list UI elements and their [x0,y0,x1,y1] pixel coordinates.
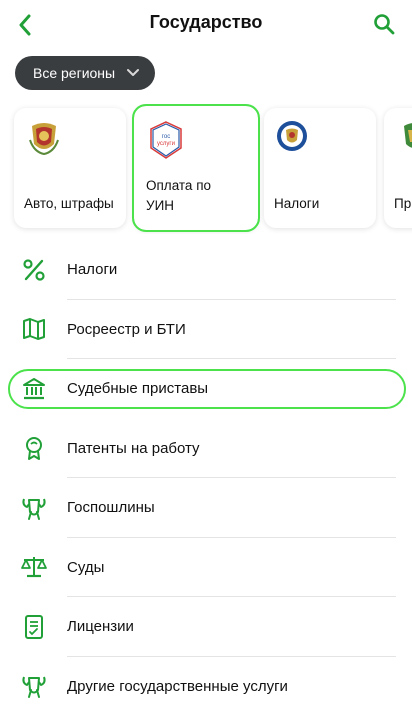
tax-service-emblem-icon [274,118,314,158]
card-label: Пр [394,196,412,211]
region-label: Все регионы [33,65,116,81]
list-item-other-services[interactable]: Другие государственные услуги [0,657,412,717]
card-label: Оплата по УИН [146,178,212,213]
search-button[interactable] [370,10,398,38]
list-item-label: Суды [67,558,105,576]
list-item-label: Патенты на работу [67,439,200,457]
list-item-courts[interactable]: Суды [0,538,412,597]
emblem-icon [394,118,412,158]
list-item-label: Росреестр и БТИ [67,320,186,338]
card-uin-payment[interactable]: гос услуги Оплата по УИН [132,104,260,232]
medal-icon [20,434,48,462]
list-item-licenses[interactable]: Лицензии [0,597,412,657]
card-label: Налоги [274,196,320,211]
gosuslugi-logo-icon: гос услуги [146,120,186,160]
list-item-label: Судебные приставы [67,380,209,398]
map-icon [20,315,48,343]
list-item-label: Другие государственные услуги [67,677,288,695]
card-label: Авто, штрафы [24,196,114,211]
percent-icon [20,256,48,284]
card-auto-fines[interactable]: Авто, штрафы [14,108,126,228]
page-title: Государство [149,12,263,32]
list-item-label: Налоги [67,261,118,279]
logo-text-top: гос [162,134,170,140]
courthouse-icon [20,375,48,403]
list-item-state-duties[interactable]: Госпошлины [0,478,412,538]
logo-text-bottom: услуги [157,141,175,147]
traffic-police-emblem-icon [24,118,64,158]
card-taxes[interactable]: Налоги [264,108,376,228]
list-item-work-patents[interactable]: Патенты на работу [0,419,412,478]
list-item-label: Лицензии [67,618,134,636]
search-icon [374,14,395,35]
services-list: Налоги Росреестр и БТИ Судебные приставы… [0,240,412,716]
document-icon [20,613,48,641]
list-item-bailiffs[interactable]: Судебные приставы [0,359,412,419]
chevron-down-icon [125,65,141,81]
coat-of-arms-icon [20,494,48,522]
coat-of-arms-icon [20,672,48,700]
list-item-label: Госпошлины [67,499,155,517]
card-more[interactable]: Пр [384,108,412,228]
list-item-rosreestr[interactable]: Росреестр и БТИ [0,300,412,359]
scales-icon [20,553,48,581]
header: Государство [0,0,412,48]
category-cards: Авто, штрафы гос услуги Оплата по УИН На… [0,104,412,234]
region-selector[interactable]: Все регионы [15,56,156,90]
list-item-taxes[interactable]: Налоги [0,240,412,300]
